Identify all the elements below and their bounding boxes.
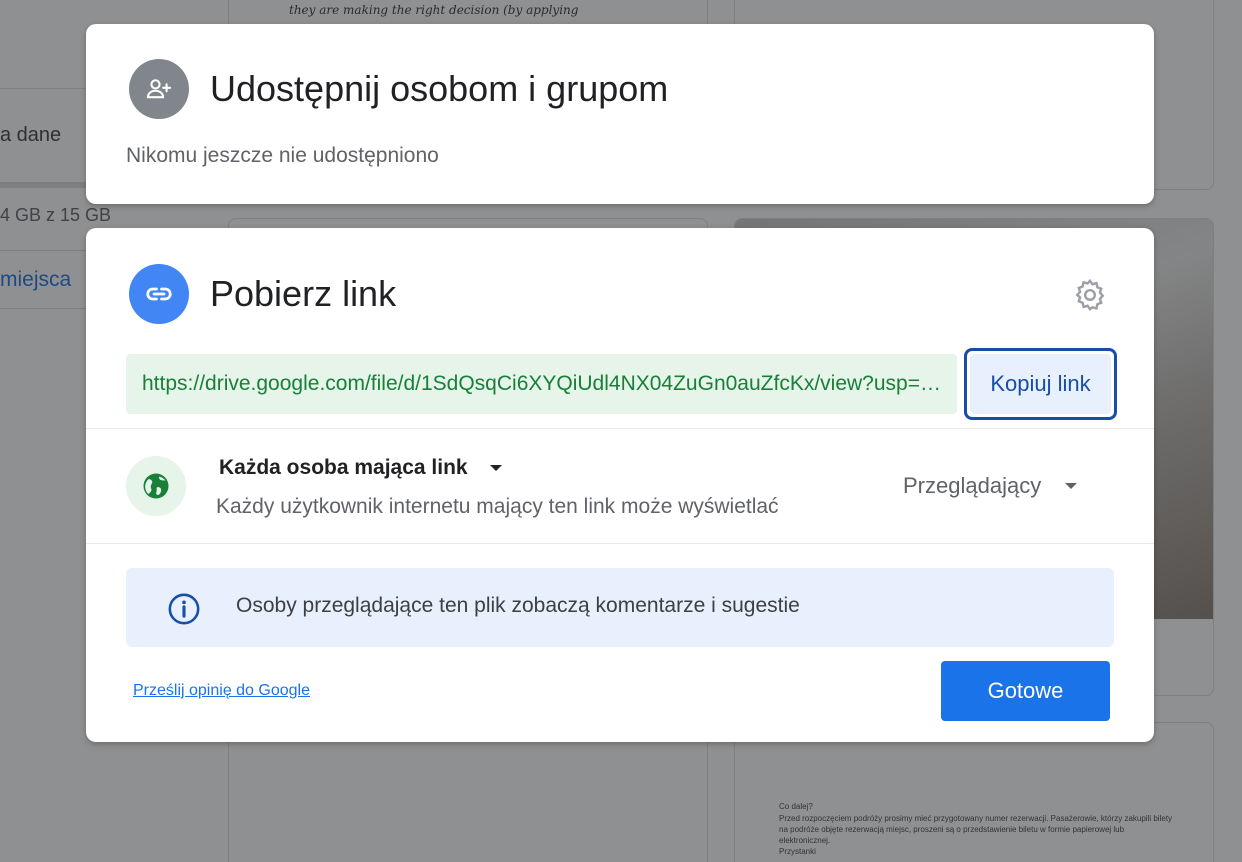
get-link-card: Pobierz link https://drive.google.com/fi… xyxy=(86,228,1154,742)
chevron-down-icon xyxy=(1065,483,1078,489)
person-add-icon xyxy=(129,59,189,119)
general-access-dropdown[interactable]: Każda osoba mająca link xyxy=(219,456,502,480)
link-icon xyxy=(129,264,189,324)
general-access-description: Każdy użytkownik internetu mający ten li… xyxy=(216,495,779,518)
link-url-text[interactable]: https://drive.google.com/file/d/1SdQsqCi… xyxy=(142,372,941,396)
general-access-label: Każda osoba mająca link xyxy=(219,456,468,479)
get-link-title: Pobierz link xyxy=(210,273,397,314)
link-url-field[interactable]: https://drive.google.com/file/d/1SdQsqCi… xyxy=(126,354,957,414)
info-icon xyxy=(166,591,202,627)
role-label: Przeglądający xyxy=(903,473,1042,498)
info-banner: Osoby przeglądające ten plik zobaczą kom… xyxy=(126,568,1114,647)
gear-icon[interactable] xyxy=(1070,275,1110,315)
share-with-people-card[interactable]: Udostępnij osobom i grupom Nikomu jeszcz… xyxy=(86,24,1154,204)
info-banner-text: Osoby przeglądające ten plik zobaczą kom… xyxy=(236,594,800,617)
copy-link-button[interactable]: Kopiuj link xyxy=(964,348,1117,420)
globe-icon xyxy=(126,456,186,516)
section-divider xyxy=(86,543,1154,544)
send-feedback-link[interactable]: Prześlij opinię do Google xyxy=(133,682,310,700)
share-dialog-title: Udostępnij osobom i grupom xyxy=(210,68,669,109)
copy-link-label: Kopiuj link xyxy=(970,354,1111,414)
section-divider xyxy=(86,428,1154,429)
role-dropdown[interactable]: Przeglądający xyxy=(903,473,1078,499)
chevron-down-icon xyxy=(489,465,502,471)
done-button[interactable]: Gotowe xyxy=(941,661,1110,721)
share-status-text: Nikomu jeszcze nie udostępniono xyxy=(126,144,439,167)
